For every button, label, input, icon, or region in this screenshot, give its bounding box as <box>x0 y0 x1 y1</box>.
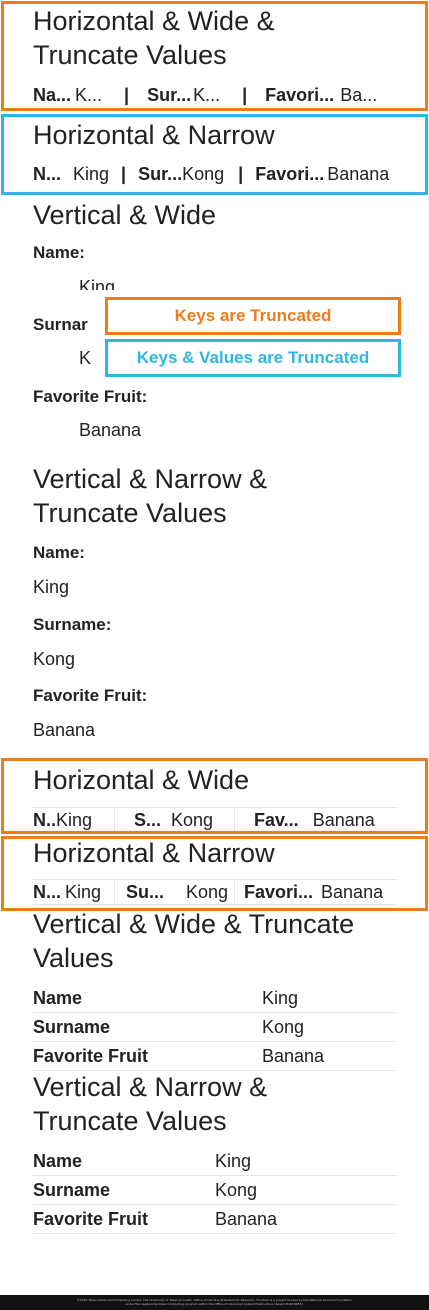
table-row: Favorite Fruit Banana <box>33 1205 397 1234</box>
blue-highlight-box <box>1 114 428 195</box>
callout-keys-values-truncated: Keys & Values are Truncated <box>105 339 401 377</box>
value-surname: Kong <box>33 649 76 669</box>
key-surname: Surname <box>33 1016 111 1037</box>
title-line-2: Values <box>33 943 114 973</box>
title-line-1: Vertical & Wide & Truncate <box>33 909 355 939</box>
title-line-1: Vertical & Narrow & <box>33 464 268 494</box>
value-surname: K <box>79 348 92 368</box>
value-favorite-fruit: Banana <box>79 420 142 440</box>
table-row: Surname Kong <box>33 1176 397 1205</box>
value-favorite-fruit: Banana <box>215 1208 278 1229</box>
key-favorite-fruit: Favorite Fruit <box>33 1045 149 1066</box>
callout-keys-truncated: Keys are Truncated <box>105 297 401 335</box>
key-name: Name <box>33 987 83 1008</box>
section-vertical-wide-truncate: Vertical & Wide & Truncate Values Name K… <box>0 905 429 1073</box>
section-vertical-narrow-truncate: Vertical & Narrow & Truncate Values Name… <box>0 460 429 750</box>
footer: ©2022 Texas Advanced Computing Center, T… <box>0 1295 429 1310</box>
footer-text: ©2022 Texas Advanced Computing Center, T… <box>76 1298 353 1306</box>
vertical-table: Name King Surname Kong Favorite Fruit Ba… <box>33 1147 397 1234</box>
key-favorite-fruit: Favorite Fruit: <box>33 686 148 705</box>
orange-highlight-box <box>1 1 428 111</box>
key-favorite-fruit: Favorite Fruit: <box>33 387 148 406</box>
table-row: Favorite Fruit Banana <box>33 1042 397 1071</box>
orange-highlight-box <box>1 758 428 834</box>
key-surname: Surname: <box>33 615 112 634</box>
orange-highlight-box <box>1 836 428 911</box>
section-title: Vertical & Narrow & Truncate Values <box>33 1070 409 1138</box>
key-surname: Surname <box>33 1179 111 1200</box>
table-row: Name King <box>33 1147 397 1176</box>
value-favorite-fruit: Banana <box>262 1045 325 1066</box>
title-line-2: Truncate Values <box>33 498 227 528</box>
table-row: Name King <box>33 984 397 1013</box>
key-favorite-fruit: Favorite Fruit <box>33 1208 149 1229</box>
key-name: Name: <box>33 243 85 262</box>
value-favorite-fruit: Banana <box>33 720 96 740</box>
table-row: Surname Kong <box>33 1013 397 1042</box>
key-surname: Surnar <box>33 315 88 334</box>
key-name: Name: <box>33 543 85 562</box>
section-title: Vertical & Wide <box>33 200 217 230</box>
section-title: Vertical & Wide & Truncate Values <box>33 907 409 975</box>
section-vertical-narrow-truncate-2: Vertical & Narrow & Truncate Values Name… <box>0 1068 429 1238</box>
value-name: King <box>215 1150 252 1171</box>
vertical-table: Name King Surname Kong Favorite Fruit Ba… <box>33 984 397 1071</box>
title-line-1: Vertical & Narrow & <box>33 1072 268 1102</box>
value-name: King <box>262 987 299 1008</box>
title-line-2: Truncate Values <box>33 1106 227 1136</box>
key-name: Name <box>33 1150 83 1171</box>
value-surname: Kong <box>262 1016 305 1037</box>
value-name: King <box>33 577 70 597</box>
section-title: Vertical & Narrow & Truncate Values <box>33 462 409 530</box>
value-name: King <box>79 277 116 290</box>
value-surname: Kong <box>215 1179 258 1200</box>
